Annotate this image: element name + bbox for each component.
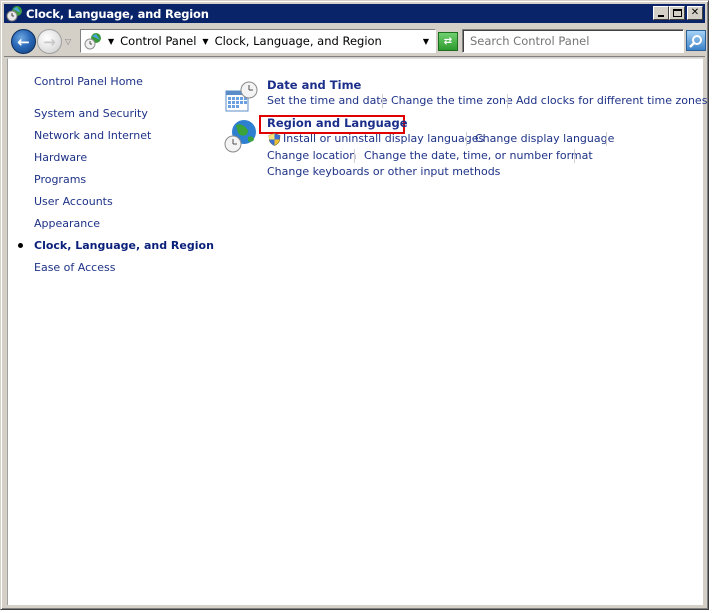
- change-keyboards-link[interactable]: Change keyboards or other input methods: [267, 165, 500, 178]
- maximize-button[interactable]: [669, 6, 685, 20]
- link-separator: [507, 94, 508, 108]
- control-panel-location-icon: [84, 32, 102, 50]
- link-separator: [466, 132, 467, 146]
- change-location-link[interactable]: Change location: [267, 149, 356, 162]
- set-time-date-link[interactable]: Set the time and date: [267, 94, 387, 107]
- minimize-icon: [658, 15, 664, 17]
- maximize-icon: [672, 9, 682, 17]
- sidebar-item-hardware[interactable]: Hardware: [34, 151, 87, 164]
- minimize-button[interactable]: [653, 6, 669, 20]
- refresh-button[interactable]: ⇄: [438, 32, 458, 51]
- window-title: Clock, Language, and Region: [26, 6, 209, 21]
- control-panel-window: Clock, Language, and Region ✕ ← → ▽ ▼ Co…: [0, 0, 709, 610]
- active-item-bullet-icon: [18, 243, 23, 248]
- sidebar-item-programs[interactable]: Programs: [34, 173, 86, 186]
- install-display-languages-link[interactable]: Install or uninstall display languages: [283, 132, 484, 145]
- title-bar[interactable]: Clock, Language, and Region ✕: [4, 4, 705, 23]
- date-and-time-title[interactable]: Date and Time: [267, 78, 361, 92]
- search-button[interactable]: [686, 30, 706, 51]
- link-separator: [606, 132, 607, 146]
- address-bar[interactable]: ▼ Control Panel ▼ Clock, Language, and R…: [80, 29, 436, 53]
- sidebar-item-control-panel-home[interactable]: Control Panel Home: [34, 75, 143, 88]
- back-arrow-icon: ←: [17, 32, 30, 51]
- link-separator: [354, 149, 355, 163]
- breadcrumb-arrow-icon[interactable]: ▼: [202, 37, 208, 46]
- breadcrumb-current[interactable]: Clock, Language, and Region: [215, 34, 382, 48]
- add-clocks-link[interactable]: Add clocks for different time zones: [516, 94, 707, 107]
- search-input[interactable]: [470, 34, 683, 48]
- search-field[interactable]: [462, 29, 684, 53]
- link-separator: [574, 149, 575, 163]
- uac-shield-icon: [268, 133, 281, 146]
- breadcrumb-control-panel[interactable]: Control Panel: [120, 34, 196, 48]
- chevron-down-icon: ▽: [65, 37, 72, 46]
- calendar-clock-icon[interactable]: [224, 81, 258, 115]
- content-pane: Control Panel Home System and Security N…: [7, 58, 707, 605]
- back-button[interactable]: ←: [11, 29, 36, 54]
- breadcrumb-arrow-icon[interactable]: ▼: [108, 37, 114, 46]
- magnifier-icon: [689, 34, 702, 48]
- sidebar-item-ease-of-access[interactable]: Ease of Access: [34, 261, 115, 274]
- sidebar-item-network-internet[interactable]: Network and Internet: [34, 129, 151, 142]
- change-time-zone-link[interactable]: Change the time zone: [391, 94, 513, 107]
- link-separator: [382, 94, 383, 108]
- address-history-dropdown-icon[interactable]: ▼: [423, 37, 429, 46]
- sidebar-item-clock-language-region[interactable]: Clock, Language, and Region: [34, 239, 214, 252]
- close-button[interactable]: ✕: [687, 6, 703, 20]
- sidebar-item-user-accounts[interactable]: User Accounts: [34, 195, 113, 208]
- sidebar-item-system-security[interactable]: System and Security: [34, 107, 148, 120]
- forward-button[interactable]: →: [37, 29, 62, 54]
- control-panel-app-icon: [6, 5, 23, 22]
- sidebar-item-appearance[interactable]: Appearance: [34, 217, 100, 230]
- close-icon: ✕: [690, 7, 700, 18]
- globe-clock-icon[interactable]: [224, 119, 258, 153]
- forward-arrow-icon: →: [43, 32, 56, 51]
- recent-pages-dropdown[interactable]: ▽: [65, 37, 74, 46]
- navigation-toolbar: ← → ▽ ▼ Control Panel ▼ Clock, Language,…: [4, 25, 706, 57]
- change-date-time-number-format-link[interactable]: Change the date, time, or number format: [364, 149, 593, 162]
- refresh-icon: ⇄: [443, 36, 453, 47]
- change-display-language-link[interactable]: Change display language: [475, 132, 614, 145]
- region-and-language-title[interactable]: Region and Language: [267, 116, 408, 130]
